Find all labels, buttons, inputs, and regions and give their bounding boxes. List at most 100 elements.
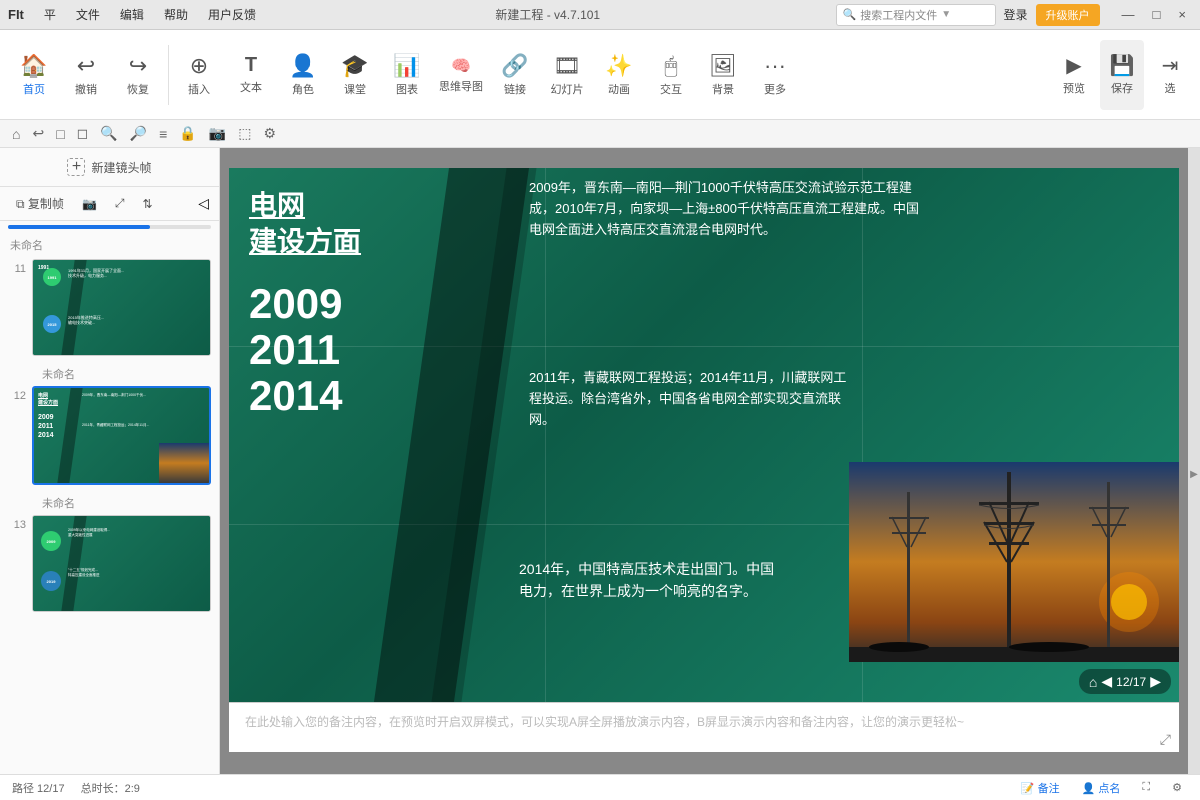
toolbar-home-label: 首页 xyxy=(23,81,45,97)
toolbar-slideshow[interactable]: 🎞 幻灯片 xyxy=(541,35,593,115)
sort-icon: ⇅ xyxy=(143,197,153,211)
undo-icon: ↩ xyxy=(77,53,95,79)
search-box[interactable]: 🔍 搜索工程内文件 ▼ xyxy=(836,4,996,26)
toolbar-insert[interactable]: ⊕ 插入 xyxy=(173,35,225,115)
new-frame-label: 新建镜头帧 xyxy=(91,159,151,176)
minimize-button[interactable]: — xyxy=(1116,5,1141,24)
slide-year-2011[interactable]: 2011 xyxy=(249,327,449,373)
view-lock-icon[interactable]: 🔒 xyxy=(175,123,200,144)
window-title: 新建工程 - v4.7.101 xyxy=(260,6,836,23)
toolbar-text[interactable]: T 文本 xyxy=(225,35,277,115)
sort-button[interactable]: ⇅ xyxy=(137,195,159,213)
new-frame-button[interactable]: + 新建镜头帧 xyxy=(0,148,219,187)
slide-prev-icon[interactable]: ◀ xyxy=(1101,673,1112,690)
toolbar-classroom-label: 课堂 xyxy=(344,81,366,97)
notes-placeholder: 在此处输入您的备注内容，在预览时开启双屏模式，可以实现A屏全屏播放演示内容，B屏… xyxy=(245,715,964,729)
toolbar-undo[interactable]: ↩ 撤销 xyxy=(60,35,112,115)
slide-thumb-11[interactable]: 1991 1991 2015 1991年11月，国家开展了全面...技术升级，电… xyxy=(32,259,211,356)
slide-canvas[interactable]: 电网 建设方面 2009 2011 2014 2009年，晋东南—南阳—荆门10… xyxy=(229,168,1179,702)
view-back-icon[interactable]: ↩ xyxy=(28,123,48,144)
close-button[interactable]: × xyxy=(1172,5,1192,24)
notes-expand-icon[interactable]: ⤢ xyxy=(1160,731,1171,748)
mindmap-icon: 🧠 xyxy=(451,56,471,76)
notes-area[interactable]: 在此处输入您的备注内容，在预览时开启双屏模式，可以实现A屏全屏播放演示内容，B屏… xyxy=(229,702,1179,752)
slide-bottom-nav: ⌂ ◀ 12/17 ▶ xyxy=(1079,669,1171,694)
maximize-button[interactable]: □ xyxy=(1147,5,1167,24)
toolbar-undo-label: 撤销 xyxy=(75,81,97,97)
toolbar-save[interactable]: 💾 保存 xyxy=(1100,40,1144,110)
slide-num-13: 13 xyxy=(8,519,26,531)
search-dropdown-icon[interactable]: ▼ xyxy=(941,9,951,20)
menu-feedback[interactable]: 用户反馈 xyxy=(204,4,260,25)
slide-item-11[interactable]: 11 1991 1991 2015 1991年11月，国家开展了全面...技术升… xyxy=(8,259,211,356)
toolbar-mindmap-label: 思维导图 xyxy=(439,78,483,94)
toolbar-chart[interactable]: 📊 图表 xyxy=(381,35,433,115)
new-frame-crosshair-icon: + xyxy=(67,158,85,176)
view-crop-icon[interactable]: ⬚ xyxy=(234,123,255,144)
status-duration: 总时长：2:9 xyxy=(81,780,140,796)
menu-flat[interactable]: 平 xyxy=(40,4,60,25)
slide-year-2009[interactable]: 2009 xyxy=(249,281,449,327)
right-collapse-button[interactable]: ▶ xyxy=(1188,148,1200,800)
slide-years: 2009 2011 2014 xyxy=(249,281,449,420)
toolbar-preview[interactable]: ▶ 预览 xyxy=(1052,40,1096,110)
view-zoom-in-icon[interactable]: 🔍 xyxy=(96,123,121,144)
toolbar-interact-label: 交互 xyxy=(660,81,682,97)
view-grid-icon[interactable]: ≡ xyxy=(155,124,171,144)
notes-button[interactable]: 📝 备注 xyxy=(1015,778,1066,798)
screenshot-button[interactable]: 📷 xyxy=(76,195,103,213)
menu-edit[interactable]: 编辑 xyxy=(116,4,148,25)
interact-icon: 🖱 xyxy=(664,53,677,79)
view-settings-icon[interactable]: ⚙ xyxy=(259,123,280,144)
expand-button[interactable]: ⤢ xyxy=(109,194,131,213)
slide-title[interactable]: 电网 建设方面 xyxy=(249,188,449,261)
toolbar-character[interactable]: 👤 角色 xyxy=(277,35,329,115)
view-home-icon[interactable]: ⌂ xyxy=(8,124,24,144)
view-frame2-icon[interactable]: ◻ xyxy=(73,123,93,144)
view-bar: ⌂ ↩ □ ◻ 🔍 🔎 ≡ 🔒 📷 ⬚ ⚙ xyxy=(0,120,1200,148)
toolbar-link[interactable]: 🔗 链接 xyxy=(489,35,541,115)
view-zoom-out-icon[interactable]: 🔎 xyxy=(126,123,151,144)
toolbar-background-label: 背景 xyxy=(712,81,734,97)
toolbar-classroom[interactable]: 🎓 课堂 xyxy=(329,35,381,115)
toolbar-home[interactable]: 🏠 首页 xyxy=(8,35,60,115)
slide-item-13[interactable]: 13 2009 2019 2009年以来电网建设取得...重大突破性进展 "十二… xyxy=(8,515,211,612)
callout-button[interactable]: 👤 点名 xyxy=(1076,778,1127,798)
slide-text-block2[interactable]: 2011年，青藏联网工程投运；2014年11月，川藏联网工程投运。除台湾省外，中… xyxy=(529,368,849,430)
toolbar-select[interactable]: ⇥ 选 xyxy=(1148,40,1192,110)
slide-thumb-12[interactable]: 电网建设方面 200920112014 2009年，晋东南—南阳—荆门1000千… xyxy=(32,386,211,485)
toolbar-background[interactable]: 🖼 背景 xyxy=(697,35,749,115)
slide-text-block1[interactable]: 2009年，晋东南—南阳—荆门1000千伏特高压交流试验示范工程建成，2010年… xyxy=(529,178,929,240)
toolbar-mindmap[interactable]: 🧠 思维导图 xyxy=(433,35,489,115)
toolbar-animation[interactable]: ✨ 动画 xyxy=(593,35,645,115)
menu-file[interactable]: 文件 xyxy=(72,4,104,25)
slide-thumb-13[interactable]: 2009 2019 2009年以来电网建设取得...重大突破性进展 "十二五"规… xyxy=(32,515,211,612)
menu-help[interactable]: 帮助 xyxy=(160,4,192,25)
fullscreen-button[interactable]: ⛶ xyxy=(1136,779,1156,796)
text-icon: T xyxy=(245,54,257,77)
login-button[interactable]: 登录 xyxy=(1004,6,1028,23)
scroll-progress xyxy=(8,225,150,229)
view-camera-icon[interactable]: 📷 xyxy=(205,123,230,144)
toolbar-preview-label: 预览 xyxy=(1063,80,1085,96)
toolbar-more-label: 更多 xyxy=(764,81,786,97)
collapse-panel-icon[interactable]: ◁ xyxy=(198,195,209,212)
slide-year-2014[interactable]: 2014 xyxy=(249,373,449,419)
view-frame1-icon[interactable]: □ xyxy=(52,124,68,144)
toolbar-animation-label: 动画 xyxy=(608,81,630,97)
toolbar-more[interactable]: ··· 更多 xyxy=(749,35,801,115)
toolbar-link-label: 链接 xyxy=(504,81,526,97)
toolbar: 🏠 首页 ↩ 撤销 ↪ 恢复 ⊕ 插入 T 文本 👤 角色 🎓 课堂 📊 图表 … xyxy=(0,30,1200,120)
toolbar-redo[interactable]: ↪ 恢复 xyxy=(112,35,164,115)
slide-next-icon[interactable]: ▶ xyxy=(1150,673,1161,690)
title-bar: FIt 平 文件 编辑 帮助 用户反馈 新建工程 - v4.7.101 🔍 搜索… xyxy=(0,0,1200,30)
status-bar: 路径 12/17 总时长：2:9 📝 备注 👤 点名 ⛶ ⚙ xyxy=(0,774,1200,800)
toolbar-interact[interactable]: 🖱 交互 xyxy=(645,35,697,115)
settings-status-button[interactable]: ⚙ xyxy=(1166,779,1188,796)
slide-text-block3[interactable]: 2014年，中国特高压技术走出国门。中国电力，在世界上成为一个响亮的名字。 xyxy=(519,558,779,603)
slide-item-12[interactable]: 12 电网建设方面 200920112014 2009年，晋东南—南阳—荆门10… xyxy=(8,386,211,485)
upgrade-button[interactable]: 升级账户 xyxy=(1036,4,1100,26)
menu-bar: 平 文件 编辑 帮助 用户反馈 xyxy=(40,4,260,25)
copy-frame-button[interactable]: ⧉ 复制帧 xyxy=(10,193,70,214)
slide-home-icon[interactable]: ⌂ xyxy=(1089,674,1097,690)
